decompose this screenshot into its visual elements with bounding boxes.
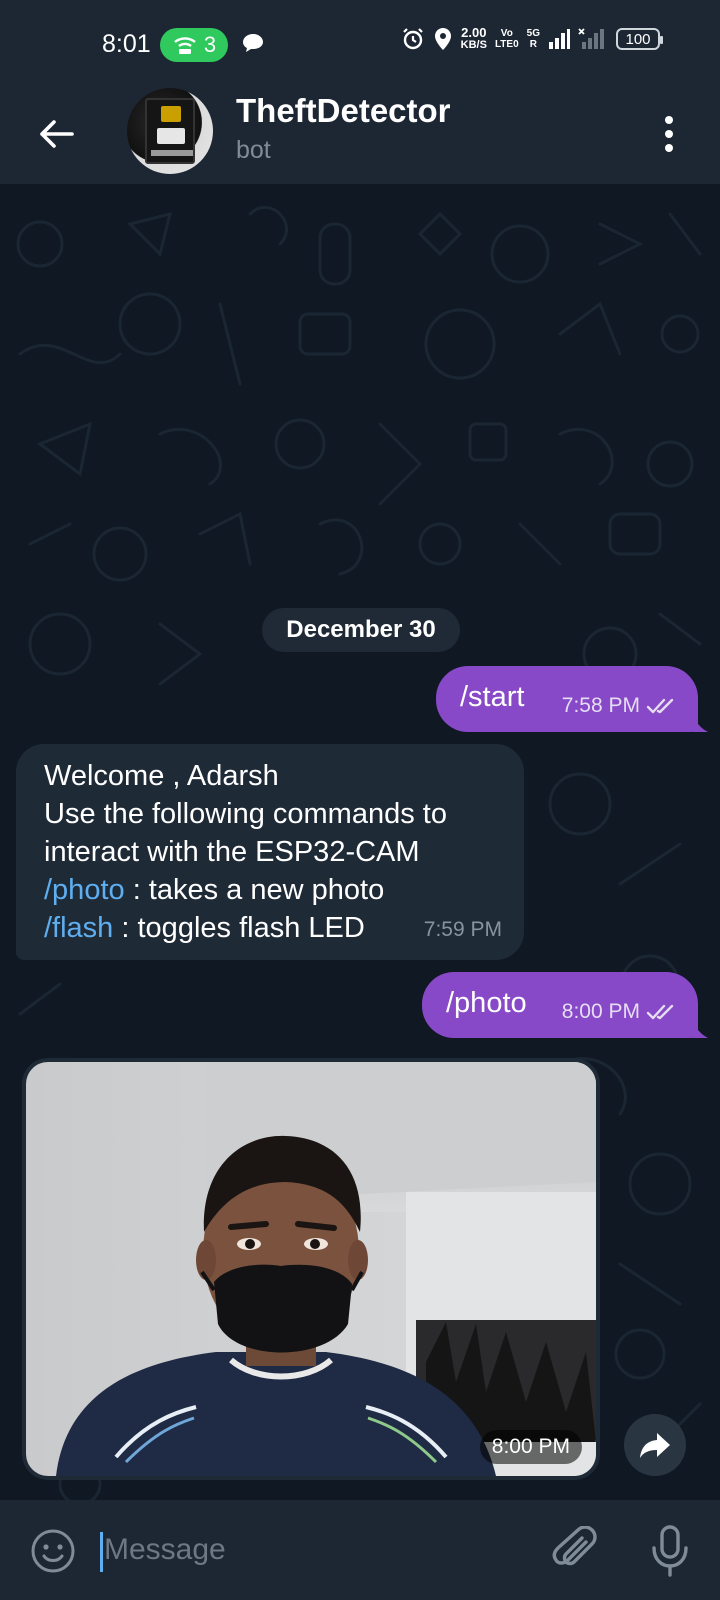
- command-link-photo[interactable]: /photo: [44, 874, 125, 906]
- battery-level: 100: [625, 30, 651, 48]
- share-arrow-icon: [640, 1433, 670, 1458]
- status-icons: 2.00 KB/S Vo LTE0 5G R 100: [401, 25, 663, 52]
- message-line: /flash : toggles flash LED: [44, 912, 365, 945]
- message-time: 7:58 PM: [561, 694, 640, 717]
- status-time: 8:01: [102, 30, 151, 58]
- volte-indicator: Vo LTE0: [494, 28, 519, 50]
- back-button[interactable]: [30, 108, 82, 160]
- dot-icon: [665, 116, 673, 124]
- message-line: Use the following commands to: [44, 798, 447, 830]
- double-check-icon: [646, 698, 674, 714]
- net-speed: 2.00 KB/S: [460, 25, 487, 51]
- message-line: /photo : takes a new photo: [44, 874, 384, 907]
- bubble-tail: [692, 1020, 708, 1038]
- status-bar: 8:01 3 2.00 KB/S Vo LTE0 5G R 100: [0, 0, 720, 84]
- message-line: Welcome , Adarsh: [44, 760, 279, 792]
- outgoing-message[interactable]: /start 7:58 PM: [436, 666, 698, 732]
- emoji-icon[interactable]: [30, 1528, 76, 1574]
- chat-header: TheftDetector bot: [0, 84, 720, 184]
- esp32-cam-image: [145, 98, 195, 164]
- no-signal-icon: [578, 28, 604, 49]
- command-link-flash[interactable]: /flash: [44, 912, 113, 944]
- command-description: : takes a new photo: [124, 874, 385, 906]
- location-icon: [434, 28, 451, 50]
- incoming-message[interactable]: Welcome , Adarsh Use the following comma…: [16, 744, 524, 960]
- hotspot-indicator[interactable]: 3: [160, 28, 228, 62]
- chat-subtitle: bot: [236, 136, 271, 164]
- date-separator: December 30: [262, 608, 460, 652]
- camera-photo[interactable]: [26, 1062, 596, 1476]
- message-time: 8:00 PM: [561, 1000, 640, 1023]
- more-menu-button[interactable]: [654, 108, 684, 160]
- dot-icon: [665, 130, 673, 138]
- microphone-icon[interactable]: [650, 1524, 690, 1578]
- photo-message[interactable]: 8:00 PM: [22, 1058, 600, 1480]
- chat-icon: [243, 34, 263, 52]
- arrow-left-icon: [40, 120, 74, 148]
- message-input-bar: [0, 1500, 720, 1600]
- message-text: /start: [460, 681, 525, 713]
- message-line: interact with the ESP32-CAM: [44, 836, 420, 868]
- message-meta: 7:58 PM: [562, 694, 676, 718]
- forward-button[interactable]: [624, 1414, 686, 1476]
- paperclip-icon[interactable]: [552, 1526, 598, 1576]
- network-type: 5G R: [526, 28, 540, 50]
- bubble-tail: [692, 714, 708, 732]
- alarm-icon: [402, 28, 423, 50]
- double-check-icon: [646, 1004, 674, 1020]
- hotspot-icon: [174, 37, 196, 54]
- chat-title[interactable]: TheftDetector: [236, 92, 451, 130]
- hotspot-count: 3: [203, 32, 217, 57]
- bot-avatar[interactable]: [127, 88, 213, 174]
- photo-time: 8:00 PM: [479, 1430, 582, 1464]
- message-input[interactable]: [104, 1524, 524, 1576]
- battery-icon: 100: [616, 28, 663, 50]
- text-cursor: [100, 1532, 103, 1572]
- command-description: : toggles flash LED: [113, 912, 365, 944]
- chat-area[interactable]: December 30 /start 7:58 PM Welcome , Ada…: [0, 184, 720, 1500]
- message-time: 7:59 PM: [423, 918, 502, 941]
- outgoing-message[interactable]: /photo 8:00 PM: [422, 972, 698, 1038]
- dot-icon: [665, 144, 673, 152]
- message-text: /photo: [446, 987, 527, 1019]
- message-meta: 8:00 PM: [562, 1000, 676, 1024]
- signal-icon: [549, 29, 570, 49]
